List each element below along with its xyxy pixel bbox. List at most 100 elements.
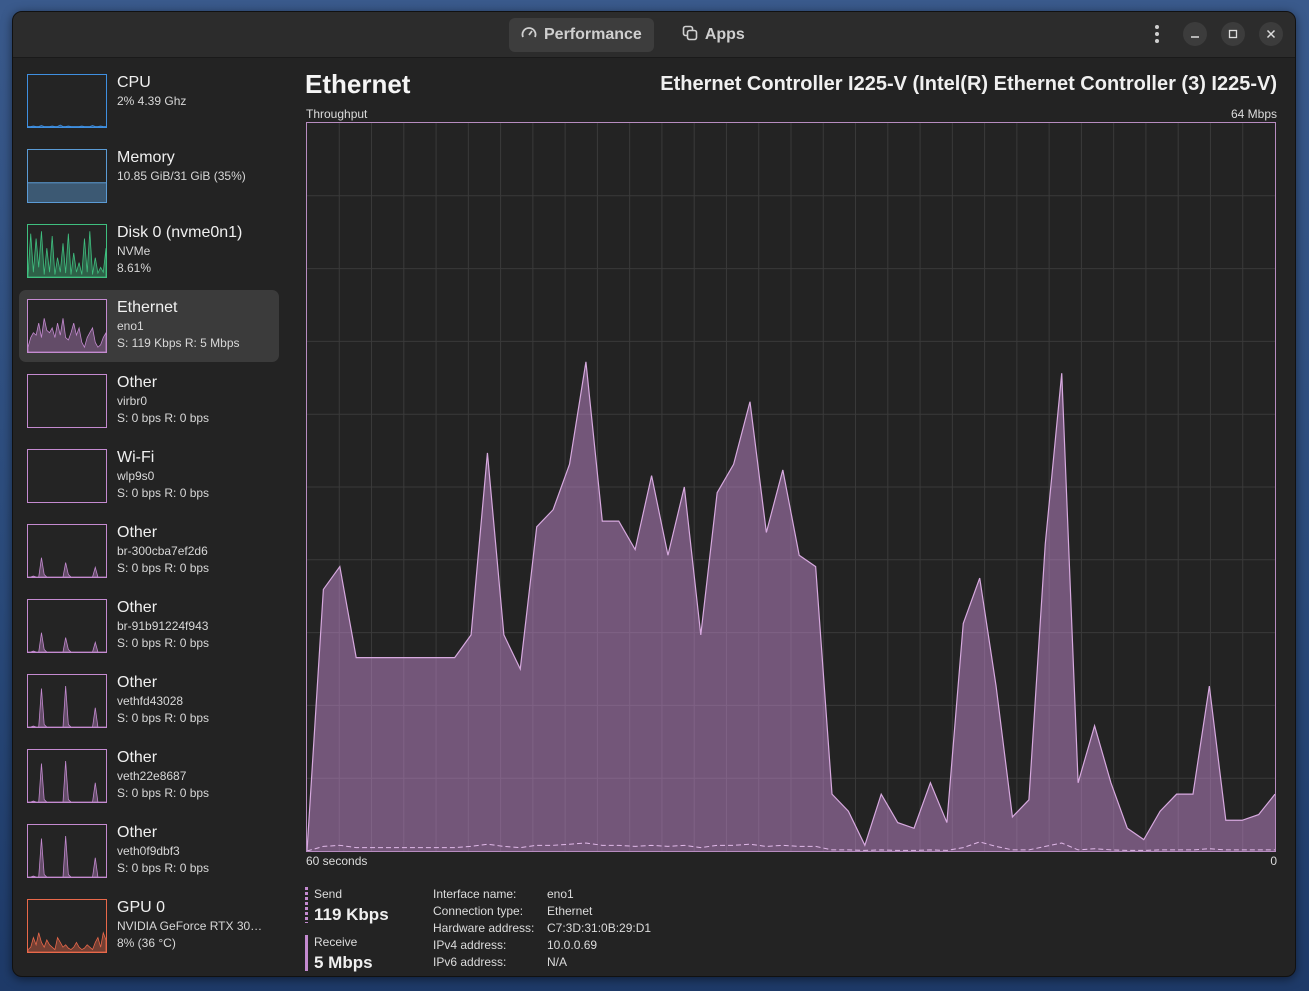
sidebar-item-detail: eno1 [117,319,144,333]
mini-usage-graph [27,899,107,953]
sidebar-item-title: Memory [117,149,175,166]
mini-usage-graph [27,749,107,803]
receive-stat: Receive 5 Mbps [305,933,425,972]
send-label: Send [314,887,343,901]
info-row: IPv6 address: N/A [433,955,651,972]
sidebar-item-detail: 8.61% [117,261,152,275]
info-row: Hardware address: C7:3D:31:0B:29:D1 [433,921,651,938]
menu-button[interactable] [1145,22,1169,46]
mini-usage-graph [27,524,107,578]
sidebar-item-detail: vethfd43028 [117,694,184,708]
max-scale-label: 64 Mbps [1230,107,1277,121]
info-key: IPv6 address: [433,955,507,969]
tab-apps[interactable]: Apps [670,18,757,52]
mini-usage-graph [27,824,107,878]
sidebar-item-detail: 2% 4.39 Ghz [117,94,187,108]
sidebar-item-memory[interactable]: Memory 10.85 GiB/31 GiB (35%) [19,140,279,212]
sidebar-item-title: Other [117,824,158,841]
device-name: Ethernet Controller I225-V (Intel(R) Eth… [660,73,1277,95]
apps-icon [682,25,698,46]
sidebar-item-other[interactable]: Other veth0f9dbf3 S: 0 bps R: 0 bps [19,815,279,887]
send-indicator [305,887,308,923]
info-value[interactable]: eno1 [547,887,574,904]
info-key: Hardware address: [433,921,535,935]
sidebar-item-text: Wi-Fi wlp9s0 S: 0 bps R: 0 bps [117,448,277,502]
sidebar-item-disk-0-nvme0n1[interactable]: Disk 0 (nvme0n1) NVMe 8.61% [19,215,279,287]
sidebar-item-ethernet[interactable]: Ethernet eno1 S: 119 Kbps R: 5 Mbps [19,290,279,362]
send-value: 119 Kbps [314,905,389,924]
sidebar-item-other[interactable]: Other br-300cba7ef2d6 S: 0 bps R: 0 bps [19,515,279,587]
tab-performance-label: Performance [544,26,642,43]
tab-performance[interactable]: Performance [509,18,654,52]
main-panel: Ethernet Ethernet Controller I225-V (Int… [305,65,1277,972]
minimize-button[interactable] [1183,22,1207,46]
info-row: Connection type: Ethernet [433,904,651,921]
page-title: Ethernet [305,69,411,99]
sidebar-item-title: Other [117,749,158,766]
sidebar-item-other[interactable]: Other vethfd43028 S: 0 bps R: 0 bps [19,665,279,737]
maximize-icon [1228,29,1238,39]
mini-usage-graph [27,449,107,503]
info-value[interactable]: C7:3D:31:0B:29:D1 [547,921,651,938]
sidebar-item-detail: 8% (36 °C) [117,936,176,950]
sidebar-item-text: GPU 0 NVIDIA GeForce RTX 30… 8% (36 °C) [117,898,277,952]
receive-label: Receive [314,935,358,949]
mini-usage-graph [27,374,107,428]
info-key: Connection type: [433,904,524,918]
sidebar-item-text: Other vethfd43028 S: 0 bps R: 0 bps [117,673,277,727]
interface-details: Interface name: eno1 Connection type: Ether… [433,887,651,972]
sidebar-item-title: Other [117,674,158,691]
mini-usage-graph [27,299,107,353]
sidebar-item-cpu[interactable]: CPU 2% 4.39 Ghz [19,65,279,137]
window-controls [1145,22,1283,46]
sidebar-item-detail: S: 0 bps R: 0 bps [117,711,210,725]
sidebar-item-other[interactable]: Other virbr0 S: 0 bps R: 0 bps [19,365,279,437]
sidebar-item-other[interactable]: Other br-91b91224f943 S: 0 bps R: 0 bps [19,590,279,662]
sidebar-item-text: Memory 10.85 GiB/31 GiB (35%) [117,148,277,185]
maximize-button[interactable] [1221,22,1245,46]
sidebar-item-title: CPU [117,74,151,91]
sidebar-item-title: Other [117,374,158,391]
sidebar-item-text: Other br-300cba7ef2d6 S: 0 bps R: 0 bps [117,523,277,577]
sidebar-item-detail: virbr0 [117,394,148,408]
sidebar-item-detail: wlp9s0 [117,469,155,483]
close-button[interactable] [1259,22,1283,46]
info-key: Interface name: [433,887,517,901]
mini-usage-graph [27,74,107,128]
sidebar-item-text: CPU 2% 4.39 Ghz [117,73,277,110]
sidebar-item-detail: br-91b91224f943 [117,619,209,633]
sidebar-item-title: Other [117,524,158,541]
sidebar-item-detail: S: 0 bps R: 0 bps [117,561,210,575]
mini-usage-graph [27,224,107,278]
sidebar-item-detail: veth0f9dbf3 [117,844,180,858]
info-row: Interface name: eno1 [433,887,651,904]
sidebar-item-text: Other veth22e8687 S: 0 bps R: 0 bps [117,748,277,802]
sidebar-item-detail: S: 0 bps R: 0 bps [117,636,210,650]
sidebar-item-text: Ethernet eno1 S: 119 Kbps R: 5 Mbps [117,298,277,352]
throughput-graph [306,122,1276,852]
info-value[interactable]: Ethernet [547,904,592,921]
header-bar: Performance Apps [13,12,1295,58]
zero-label: 0 [1270,854,1277,868]
sidebar-item-title: GPU 0 [117,899,166,916]
sidebar-item-wi-fi[interactable]: Wi-Fi wlp9s0 S: 0 bps R: 0 bps [19,440,279,512]
gauge-icon [521,25,537,46]
sidebar-item-gpu-0[interactable]: GPU 0 NVIDIA GeForce RTX 30… 8% (36 °C) [19,890,279,962]
tab-apps-label: Apps [704,26,745,43]
sidebar-item-text: Other br-91b91224f943 S: 0 bps R: 0 bps [117,598,277,652]
sidebar-item-detail: S: 0 bps R: 0 bps [117,486,210,500]
sidebar-item-detail: S: 0 bps R: 0 bps [117,411,210,425]
task-manager-window: Performance Apps CPU 2% 4.39 Ghz Memory 10.… [12,11,1296,977]
sidebar-item-detail: br-300cba7ef2d6 [117,544,208,558]
info-value[interactable]: N/A [547,955,567,972]
mini-usage-graph [27,674,107,728]
sidebar-item-title: Wi-Fi [117,449,155,466]
sidebar-item-detail: NVIDIA GeForce RTX 30… [117,919,263,933]
info-value[interactable]: 10.0.0.69 [547,938,597,955]
receive-value: 5 Mbps [314,953,373,972]
info-row: IPv4 address: 10.0.0.69 [433,938,651,955]
sidebar-item-text: Disk 0 (nvme0n1) NVMe 8.61% [117,223,277,277]
sidebar-item-title: Ethernet [117,299,178,316]
sidebar-item-other[interactable]: Other veth22e8687 S: 0 bps R: 0 bps [19,740,279,812]
send-stat: Send 119 Kbps [305,885,425,924]
